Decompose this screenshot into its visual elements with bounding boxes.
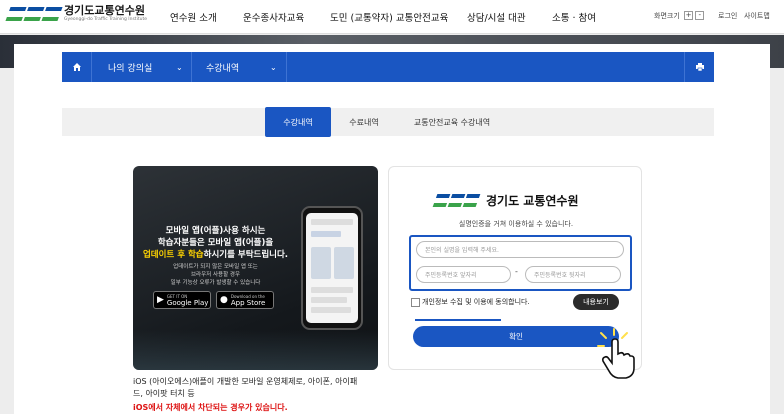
tab-bar: 수강내역 수료내역 교통안전교육 수강내역	[62, 107, 714, 137]
sub-navigation-bar: 나의 강의실 ⌄ 수강내역 ⌄	[62, 52, 714, 82]
banner-sub-1: 업데이트가 되지 않은 모바일 앱 또는	[173, 264, 258, 270]
auth-input-group: 본인의 실명을 입력해 주세요. 주민등록번호 앞자리 - 주민등록번호 뒷자리	[409, 235, 632, 291]
logo-title: 경기도교통연수원	[64, 4, 145, 17]
hand-cursor-icon	[597, 328, 635, 379]
logo-subtitle: Gyeonggi-do Traffic Training Institute	[64, 17, 147, 22]
rrn-separator: -	[515, 267, 518, 276]
phone-mockup	[301, 206, 363, 330]
print-icon	[695, 63, 704, 72]
logo-mark-icon	[5, 7, 63, 21]
banner-sub-2: 브라우저 사용할 경우	[190, 272, 241, 278]
menu-consult-rental[interactable]: 상담/시설 대관	[467, 10, 526, 24]
consent-checkbox[interactable]	[411, 297, 420, 307]
auth-subtitle: 실명인증을 거쳐 이용하실 수 있습니다.	[458, 220, 574, 228]
banner-line-1: 모바일 앱(어플)사용 하시는	[165, 226, 266, 236]
tab-safety-education[interactable]: 교통안전교육 수강내역	[402, 108, 502, 136]
banner-sub-3: 일부 기능상 오류가 발생할 수 있습니다	[170, 280, 261, 286]
app-update-banner: 모바일 앱(어플)사용 하시는 학습자분들은 모바일 앱(어플)을 업데이트 후…	[133, 166, 378, 370]
home-button[interactable]	[62, 52, 92, 82]
rrn-back-input[interactable]: 주민등록번호 뒷자리	[525, 266, 621, 283]
font-size-controls: + -	[684, 11, 705, 20]
menu-communication[interactable]: 소통 · 참여	[552, 10, 596, 24]
chevron-down-icon: ⌄	[270, 62, 277, 72]
auth-title: 경기도 교통연수원	[486, 194, 579, 208]
top-header: 경기도교통연수원 Gyeonggi-do Traffic Training In…	[0, 0, 784, 34]
rrn-front-input[interactable]: 주민등록번호 앞자리	[416, 266, 511, 283]
name-input[interactable]: 본인의 실명을 입력해 주세요.	[416, 241, 624, 258]
confirm-button[interactable]: 확인	[413, 326, 619, 347]
google-play-icon: ▶	[157, 295, 164, 305]
banner-line-3: 업데이트 후 학습하시기를 부탁드립니다.	[142, 250, 289, 260]
consent-label: 개인정보 수집 및 이용에 동의합니다.	[422, 298, 530, 306]
font-minus-button[interactable]: -	[695, 11, 705, 20]
banner-highlight: 업데이트 후 학습	[142, 250, 204, 260]
breadcrumb-label-2: 수강내역	[206, 63, 240, 74]
login-link[interactable]: 로그인	[718, 11, 737, 21]
breadcrumb-dropdown-2[interactable]: 수강내역 ⌄	[192, 52, 287, 82]
font-size-label: 화면크기	[654, 12, 680, 20]
app-store-button[interactable]: ● Download on the App Store	[216, 291, 274, 309]
breadcrumb-label-1: 나의 강의실	[108, 63, 153, 74]
tab-enrollment[interactable]: 수강내역	[265, 107, 331, 137]
print-button[interactable]	[684, 52, 714, 82]
ios-warning: iOS에서 자체에서 차단되는 경우가 있습니다.	[133, 403, 288, 412]
google-play-button[interactable]: ▶ GET IT ON Google Play	[153, 291, 211, 309]
tab-completion[interactable]: 수료내역	[334, 108, 394, 136]
site-logo[interactable]: 경기도교통연수원 Gyeonggi-do Traffic Training In…	[5, 4, 147, 23]
home-icon	[72, 63, 81, 71]
logo-mark-icon	[432, 194, 481, 207]
menu-citizen-education[interactable]: 도민 (교통약자) 교통안전교육	[330, 10, 448, 24]
chevron-down-icon: ⌄	[176, 62, 183, 72]
view-details-button[interactable]: 내용보기	[573, 294, 619, 310]
breadcrumb-dropdown-1[interactable]: 나의 강의실 ⌄	[92, 52, 192, 82]
focus-indicator	[415, 319, 501, 321]
ios-description: iOS (아이오에스)애플이 개발한 모바일 운영체제로, 아이폰, 아이패 드…	[133, 377, 358, 398]
privacy-consent[interactable]: 개인정보 수집 및 이용에 동의합니다.	[411, 297, 530, 307]
font-plus-button[interactable]: +	[684, 11, 693, 20]
sitemap-link[interactable]: 사이트맵	[744, 11, 770, 21]
apple-icon: ●	[220, 295, 228, 305]
menu-intro[interactable]: 연수원 소개	[170, 10, 217, 24]
banner-line-2: 학습자분들은 모바일 앱(어플)을	[157, 238, 274, 248]
menu-driver-education[interactable]: 운수종사자교육	[243, 10, 304, 24]
auth-logo: 경기도 교통연수원	[432, 192, 579, 209]
